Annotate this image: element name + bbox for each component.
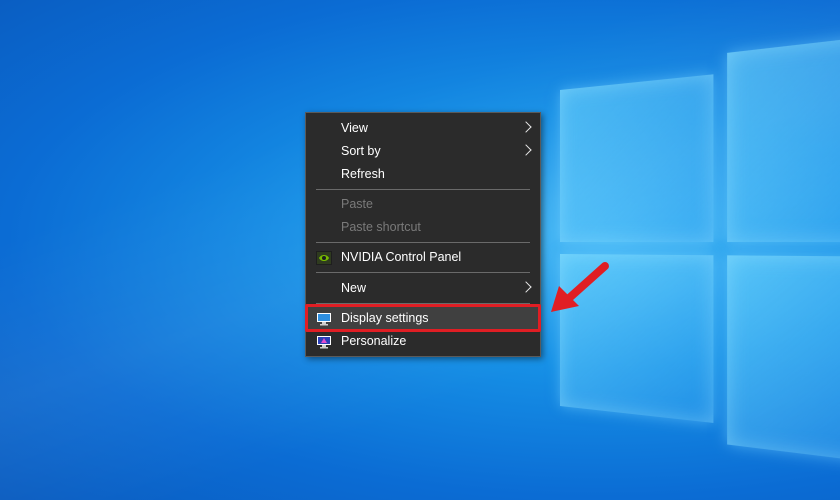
menu-item-refresh[interactable]: Refresh [306, 163, 540, 185]
menu-item-label: Personalize [341, 330, 406, 352]
chevron-right-icon [520, 144, 531, 155]
red-highlight-box [305, 304, 541, 332]
personalize-icon [316, 334, 332, 348]
menu-item-label: New [341, 277, 366, 299]
menu-item-personalize[interactable]: Personalize [306, 330, 540, 352]
logo-pane-bottom-right [727, 255, 840, 466]
menu-item-paste-shortcut[interactable]: Paste shortcut [306, 216, 540, 238]
menu-item-label: Sort by [341, 140, 381, 162]
menu-item-label: Paste [341, 193, 373, 215]
menu-item-sort-by[interactable]: Sort by [306, 140, 540, 162]
menu-separator [316, 242, 530, 243]
logo-pane-top-right [727, 32, 840, 242]
menu-item-nvidia-control-panel[interactable]: NVIDIA Control Panel [306, 246, 540, 268]
menu-item-label: NVIDIA Control Panel [341, 246, 461, 268]
menu-separator [316, 272, 530, 273]
menu-item-view[interactable]: View [306, 117, 540, 139]
menu-separator [316, 189, 530, 190]
menu-item-label: Refresh [341, 163, 385, 185]
menu-item-paste[interactable]: Paste [306, 193, 540, 215]
windows-logo-wallpaper [560, 34, 840, 449]
nvidia-icon [316, 250, 332, 264]
menu-item-label: View [341, 117, 368, 139]
menu-item-new[interactable]: New [306, 277, 540, 299]
chevron-right-icon [520, 121, 531, 132]
chevron-right-icon [520, 281, 531, 292]
logo-pane-top-left [560, 74, 713, 242]
menu-item-label: Paste shortcut [341, 216, 421, 238]
red-arrow-icon [545, 260, 615, 320]
